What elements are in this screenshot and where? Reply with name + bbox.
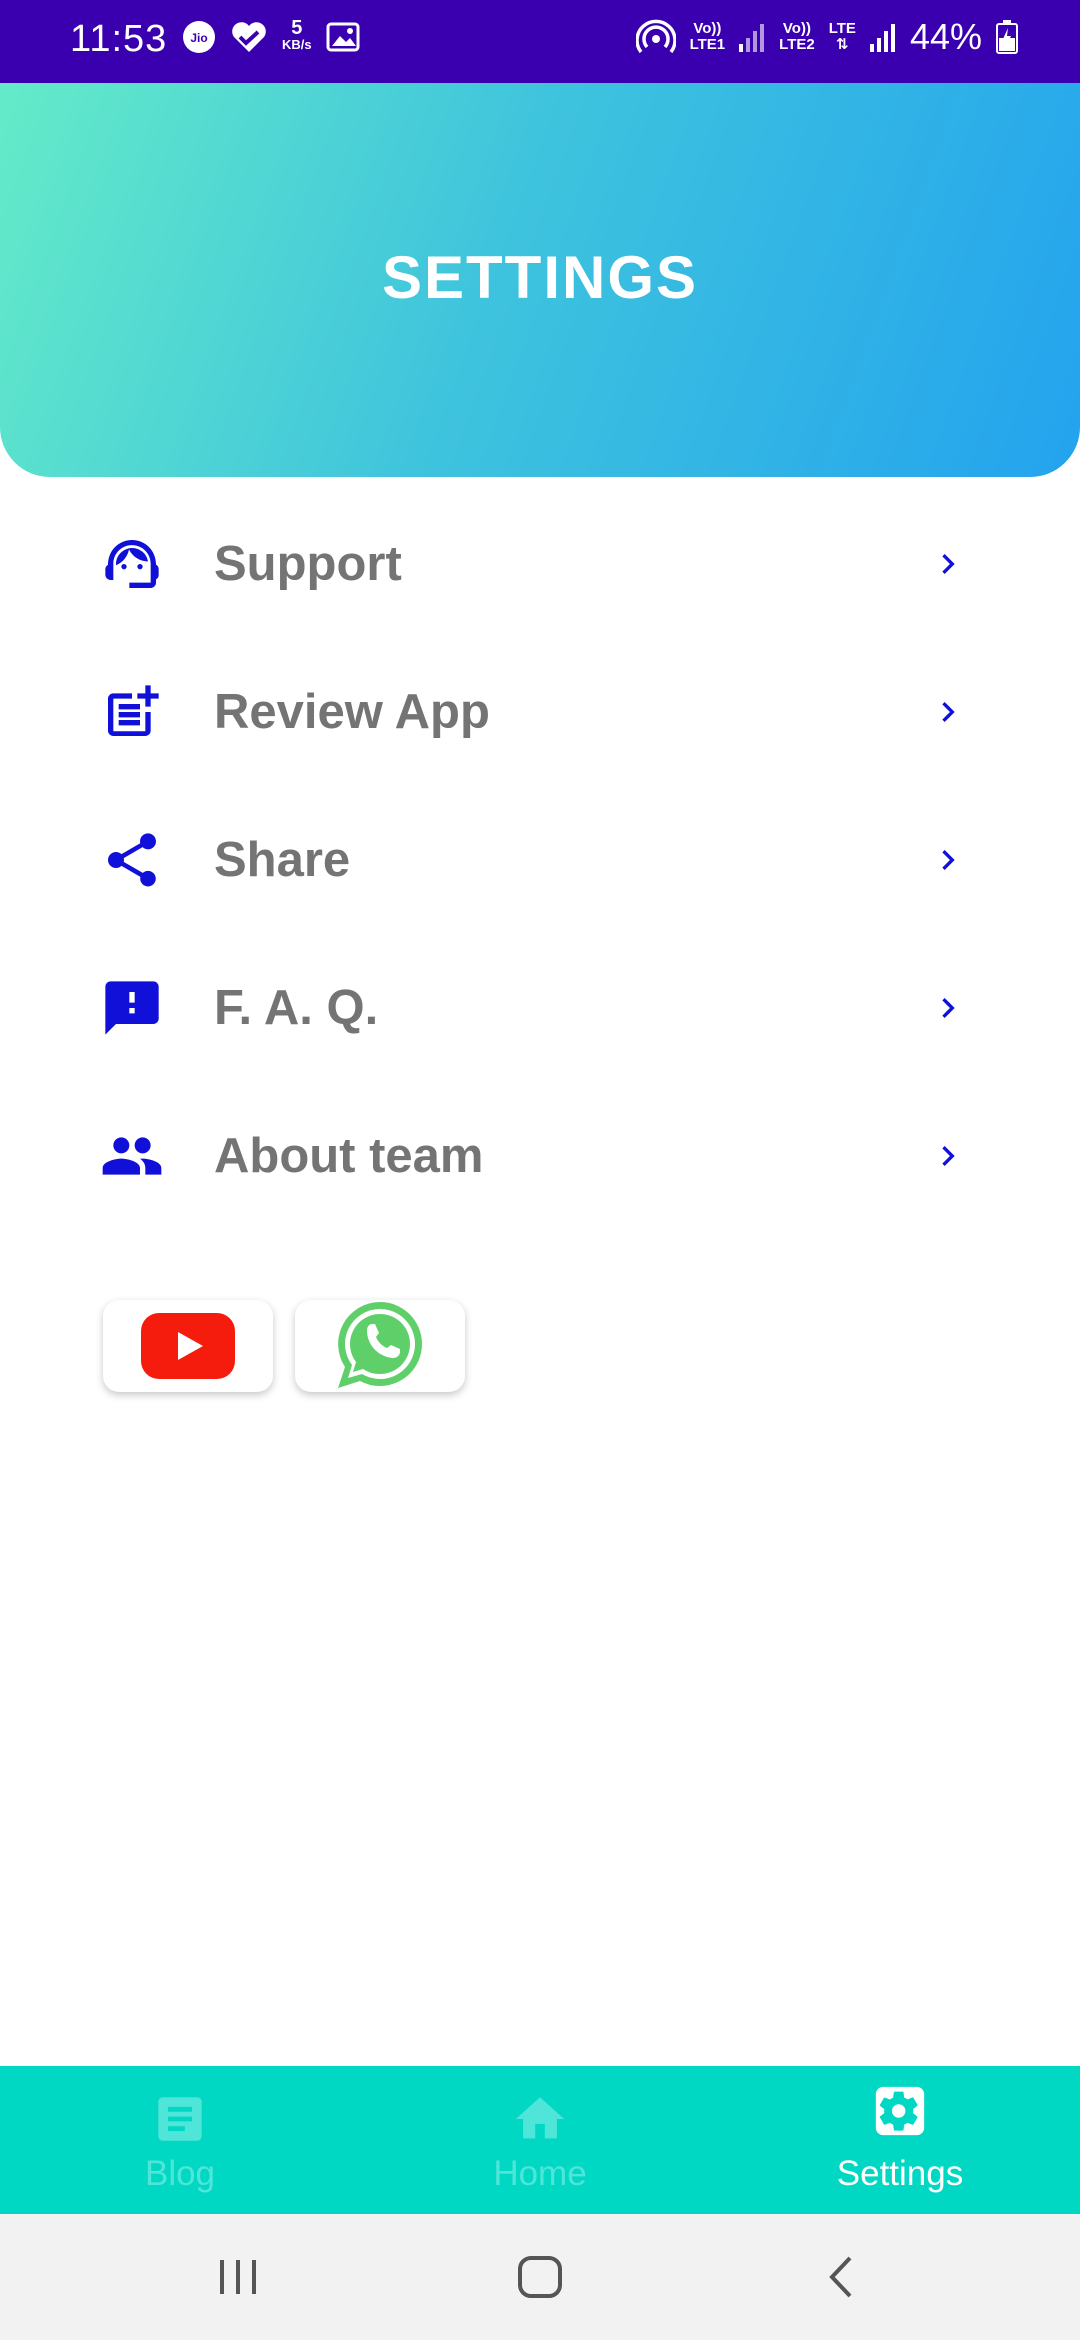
- chevron-right-icon: [942, 998, 955, 1018]
- nav-item-blog[interactable]: Blog: [0, 2066, 360, 2214]
- menu-label-share: Share: [214, 833, 351, 887]
- menu-label-support: Support: [214, 537, 402, 591]
- nav-item-settings[interactable]: Settings: [720, 2066, 1080, 2214]
- article-icon: [158, 2097, 202, 2141]
- battery-charging-icon: [996, 20, 1018, 54]
- menu-item-about-team[interactable]: About team: [0, 1082, 1080, 1230]
- svg-text:Jio: Jio: [190, 31, 207, 45]
- menu-item-share[interactable]: Share: [0, 786, 1080, 934]
- whatsapp-button[interactable]: [295, 1300, 465, 1392]
- home-button-icon[interactable]: [510, 2252, 570, 2302]
- youtube-button[interactable]: [103, 1300, 273, 1392]
- menu-item-support[interactable]: Support: [0, 490, 1080, 638]
- menu-item-review-app[interactable]: Review App: [0, 638, 1080, 786]
- signal-sim1-icon: [739, 24, 765, 52]
- back-icon[interactable]: [812, 2252, 872, 2302]
- chevron-right-icon: [942, 850, 955, 870]
- system-navigation-bar: [0, 2214, 1080, 2340]
- status-bar: 11:53 Jio 5 KB/s Vo)) LTE1 Vo)) LTE2 LTE…: [0, 0, 1080, 83]
- menu-label-review-app: Review App: [214, 685, 490, 739]
- health-heart-icon: [232, 22, 266, 52]
- jio-icon: Jio: [183, 21, 215, 53]
- chevron-right-icon: [942, 702, 955, 722]
- chevron-right-icon: [942, 554, 955, 574]
- menu-label-about-team: About team: [214, 1129, 484, 1183]
- whatsapp-icon: [338, 1302, 422, 1388]
- sim1-label: Vo)) LTE1: [689, 20, 726, 53]
- review-post-icon: [108, 685, 159, 736]
- nav-label-home: Home: [493, 2154, 587, 2193]
- support-agent-icon: [105, 540, 159, 588]
- recent-apps-icon[interactable]: [208, 2252, 268, 2302]
- people-icon: [102, 1137, 162, 1175]
- home-icon: [515, 2097, 565, 2139]
- status-right-icons: Vo)) LTE1 Vo)) LTE2 LTE ⇅ 44%: [635, 16, 1018, 58]
- menu-item-faq[interactable]: F. A. Q.: [0, 934, 1080, 1082]
- battery-percent: 44%: [909, 16, 982, 57]
- nav-label-blog: Blog: [144, 2154, 216, 2193]
- chevron-right-icon: [942, 1146, 955, 1166]
- network-speed: 5 KB/s: [282, 17, 312, 52]
- feedback-icon: [105, 981, 159, 1035]
- page-title: SETTINGS: [381, 244, 699, 311]
- nav-label-settings: Settings: [836, 2154, 964, 2193]
- settings-header: SETTINGS: [0, 83, 1080, 477]
- signal-sim2-icon: [869, 24, 895, 52]
- sim2-label: Vo)) LTE2: [779, 20, 815, 53]
- menu-label-faq: F. A. Q.: [214, 981, 379, 1035]
- bottom-navigation: Blog Home Settings: [0, 2066, 1080, 2214]
- nav-item-home[interactable]: Home: [360, 2066, 720, 2214]
- status-time: 11:53: [70, 18, 168, 60]
- settings-icon: [875, 2086, 925, 2136]
- share-icon: [108, 833, 156, 887]
- hotspot-icon: [635, 19, 676, 54]
- lte-label: LTE ⇅: [828, 20, 856, 53]
- youtube-icon: [141, 1313, 235, 1379]
- status-left-icons: Jio 5 KB/s: [182, 17, 360, 54]
- gallery-image-icon: [326, 22, 360, 52]
